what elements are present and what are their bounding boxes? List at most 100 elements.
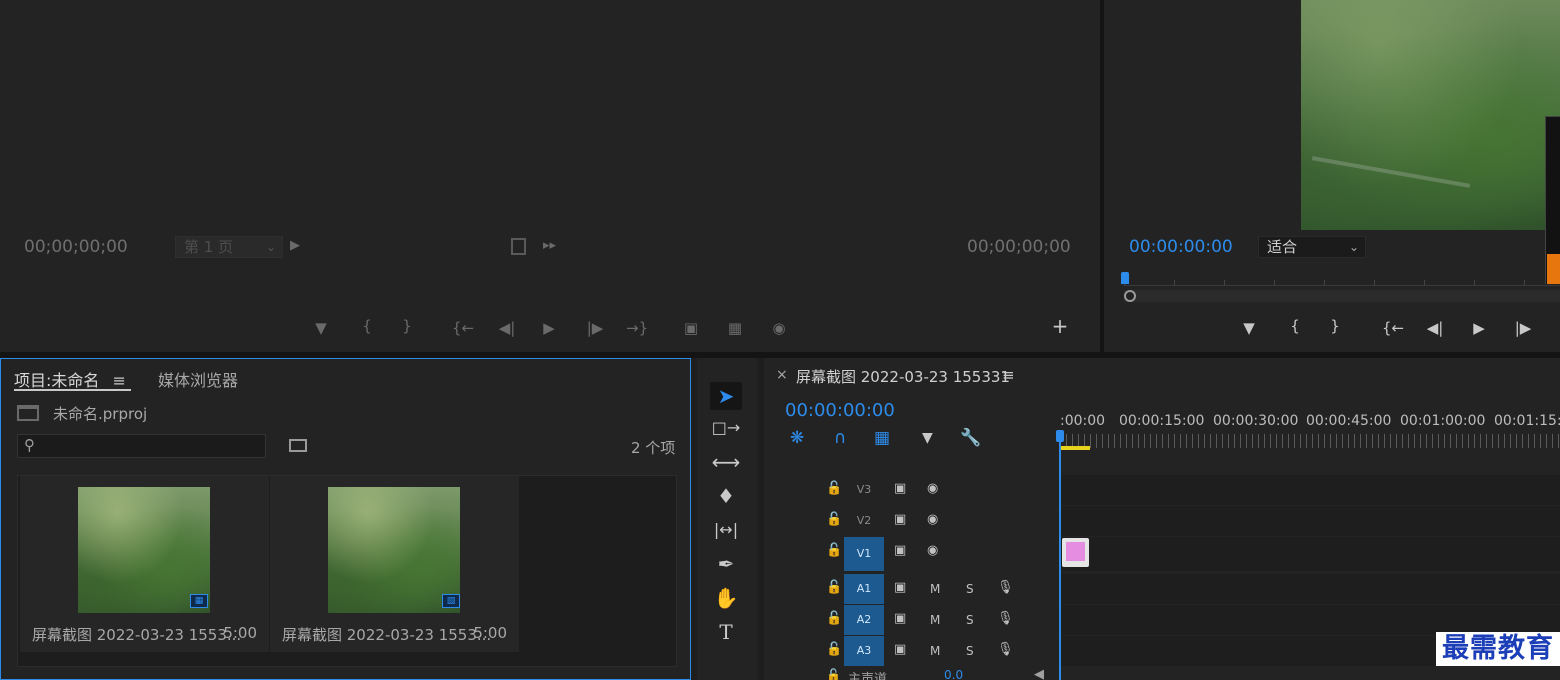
solo-button[interactable]: S — [966, 582, 974, 596]
settings-wrench-icon[interactable]: 🔧 — [960, 428, 981, 448]
insert-icon[interactable]: ▣ — [680, 320, 702, 336]
eye-icon[interactable]: ◉ — [927, 512, 938, 527]
sync-lock-icon[interactable]: ▣ — [894, 481, 906, 496]
close-icon[interactable]: × — [776, 367, 788, 383]
track-content[interactable] — [1060, 506, 1560, 536]
page-select[interactable]: 第 1 页 ⌄ — [175, 236, 283, 258]
film-icon[interactable] — [511, 238, 526, 255]
lock-icon[interactable]: 🔓 — [826, 481, 842, 496]
mark-out-icon[interactable]: } — [1324, 318, 1346, 334]
mute-button[interactable]: M — [930, 644, 940, 658]
tab-project-label: 项目:未命名 — [14, 371, 100, 390]
timeline-playhead-line[interactable] — [1059, 434, 1061, 680]
track-content[interactable] — [1060, 605, 1560, 635]
master-value[interactable]: 0.0 — [944, 668, 963, 680]
track-id[interactable]: V3 — [844, 475, 884, 505]
slip-tool-icon[interactable]: |↔| — [710, 516, 742, 544]
selection-tool-icon[interactable]: ➤ — [710, 382, 742, 410]
overwrite-icon[interactable]: ▦ — [724, 320, 746, 336]
go-to-end-icon[interactable]: ◀ — [1034, 667, 1044, 680]
sync-lock-icon[interactable]: ▣ — [894, 611, 906, 626]
new-bin-search-icon[interactable] — [289, 439, 307, 452]
eye-icon[interactable]: ◉ — [927, 543, 938, 558]
step-forward-icon[interactable]: |▶ — [1512, 320, 1534, 336]
hand-tool-icon[interactable]: ✋ — [710, 584, 742, 612]
nest-toggle-icon[interactable]: ❋ — [790, 428, 804, 448]
marker-icon[interactable]: ▼ — [310, 320, 332, 336]
tab-media-browser[interactable]: 媒体浏览器 — [158, 367, 238, 391]
lock-icon[interactable]: 🔓 — [826, 642, 842, 657]
marker-icon[interactable]: ▼ — [1238, 320, 1260, 336]
go-to-out-icon[interactable]: →} — [626, 320, 648, 336]
step-back-icon[interactable]: ◀| — [496, 320, 518, 336]
type-tool-icon[interactable]: T — [710, 618, 742, 646]
play-icon[interactable]: ▶ — [538, 320, 560, 336]
track-id[interactable]: A1 — [844, 574, 884, 604]
sync-lock-icon[interactable]: ▣ — [894, 512, 906, 527]
lock-icon[interactable]: 🔓 — [826, 580, 842, 595]
panel-menu-icon[interactable]: ≡ — [1002, 366, 1015, 384]
step-back-icon[interactable]: ◀| — [1424, 320, 1446, 336]
program-scrub-bar[interactable] — [1124, 290, 1560, 302]
snap-magnet-icon[interactable]: ∩ — [834, 428, 846, 448]
work-area-bar[interactable] — [1060, 446, 1090, 450]
lock-icon[interactable]: 🔓 — [826, 512, 842, 527]
track-id[interactable]: A3 — [844, 636, 884, 666]
solo-button[interactable]: S — [966, 613, 974, 627]
sync-lock-icon[interactable]: ▣ — [894, 543, 906, 558]
lock-icon[interactable]: 🔓 — [826, 611, 842, 626]
track-select-tool-icon[interactable]: □→ — [710, 414, 742, 442]
track-content[interactable] — [1060, 574, 1560, 604]
lock-icon[interactable]: 🔓 — [826, 668, 841, 680]
step-forward-icon[interactable]: |▶ — [584, 320, 606, 336]
linked-selection-icon[interactable]: ▦ — [874, 428, 890, 448]
clip-card[interactable]: ▦ 屏幕截图 2022-03-23 1553... 5:00 — [20, 476, 269, 652]
source-timecode-left[interactable]: 00;00;00;00 — [24, 237, 128, 257]
timeline-playhead-handle[interactable] — [1056, 430, 1064, 442]
camera-icon[interactable]: ◉ — [768, 320, 790, 336]
go-to-in-icon[interactable]: {← — [1382, 320, 1404, 336]
sync-lock-icon[interactable]: ▣ — [894, 642, 906, 657]
program-playhead[interactable] — [1121, 272, 1129, 284]
play-triangle-icon[interactable]: ▶ — [290, 238, 300, 253]
timeline-clip[interactable] — [1062, 538, 1089, 567]
mute-button[interactable]: M — [930, 613, 940, 627]
search-input[interactable]: ⚲ — [17, 434, 266, 458]
source-timecode-right: 00;00;00;00 — [967, 237, 1071, 257]
track-id[interactable]: A2 — [844, 605, 884, 635]
tab-project[interactable]: 项目:未命名 ≡ — [14, 367, 126, 391]
timeline-timecode[interactable]: 00:00:00:00 — [785, 400, 895, 421]
mark-out-icon[interactable]: } — [396, 318, 418, 334]
sequence-title[interactable]: 屏幕截图 2022-03-23 155331 — [796, 366, 1010, 387]
go-to-in-icon[interactable]: {← — [452, 320, 474, 336]
mark-in-icon[interactable]: { — [1284, 318, 1306, 334]
clip-card[interactable]: ▧ 屏幕截图 2022-03-23 1553... 5:00 — [270, 476, 519, 652]
panel-menu-icon[interactable]: ≡ — [113, 371, 126, 390]
eye-icon[interactable]: ◉ — [927, 481, 938, 496]
ripple-edit-tool-icon[interactable]: ⟷ — [710, 448, 742, 476]
fit-select[interactable]: 适合 ⌄ — [1258, 236, 1366, 258]
program-ruler[interactable] — [1124, 272, 1560, 286]
mark-in-icon[interactable]: { — [356, 318, 378, 334]
watermark-logo: 最需教育 — [1436, 632, 1560, 666]
track-id[interactable]: V1 — [844, 537, 884, 571]
lock-icon[interactable]: 🔓 — [826, 543, 842, 558]
razor-tool-icon[interactable]: ♦ — [710, 482, 742, 510]
program-timecode[interactable]: 00:00:00:00 — [1129, 237, 1233, 257]
pen-tool-icon[interactable]: ✒ — [710, 550, 742, 578]
add-marker-icon[interactable]: ▼ — [922, 430, 933, 446]
track-id[interactable]: V2 — [844, 506, 884, 536]
add-button-icon[interactable]: + — [1049, 316, 1071, 336]
mute-button[interactable]: M — [930, 582, 940, 596]
mic-icon[interactable]: 🎙 — [997, 580, 1014, 595]
mic-icon[interactable]: 🎙 — [997, 611, 1014, 626]
time-ruler[interactable] — [1060, 434, 1560, 448]
playback-settings-icon[interactable]: ▸▸ — [543, 238, 556, 253]
track-content[interactable] — [1060, 537, 1560, 571]
solo-button[interactable]: S — [966, 644, 974, 658]
scrub-knob[interactable] — [1124, 290, 1136, 302]
sync-lock-icon[interactable]: ▣ — [894, 580, 906, 595]
play-icon[interactable]: ▶ — [1468, 320, 1490, 336]
track-content[interactable] — [1060, 475, 1560, 505]
mic-icon[interactable]: 🎙 — [997, 642, 1014, 657]
